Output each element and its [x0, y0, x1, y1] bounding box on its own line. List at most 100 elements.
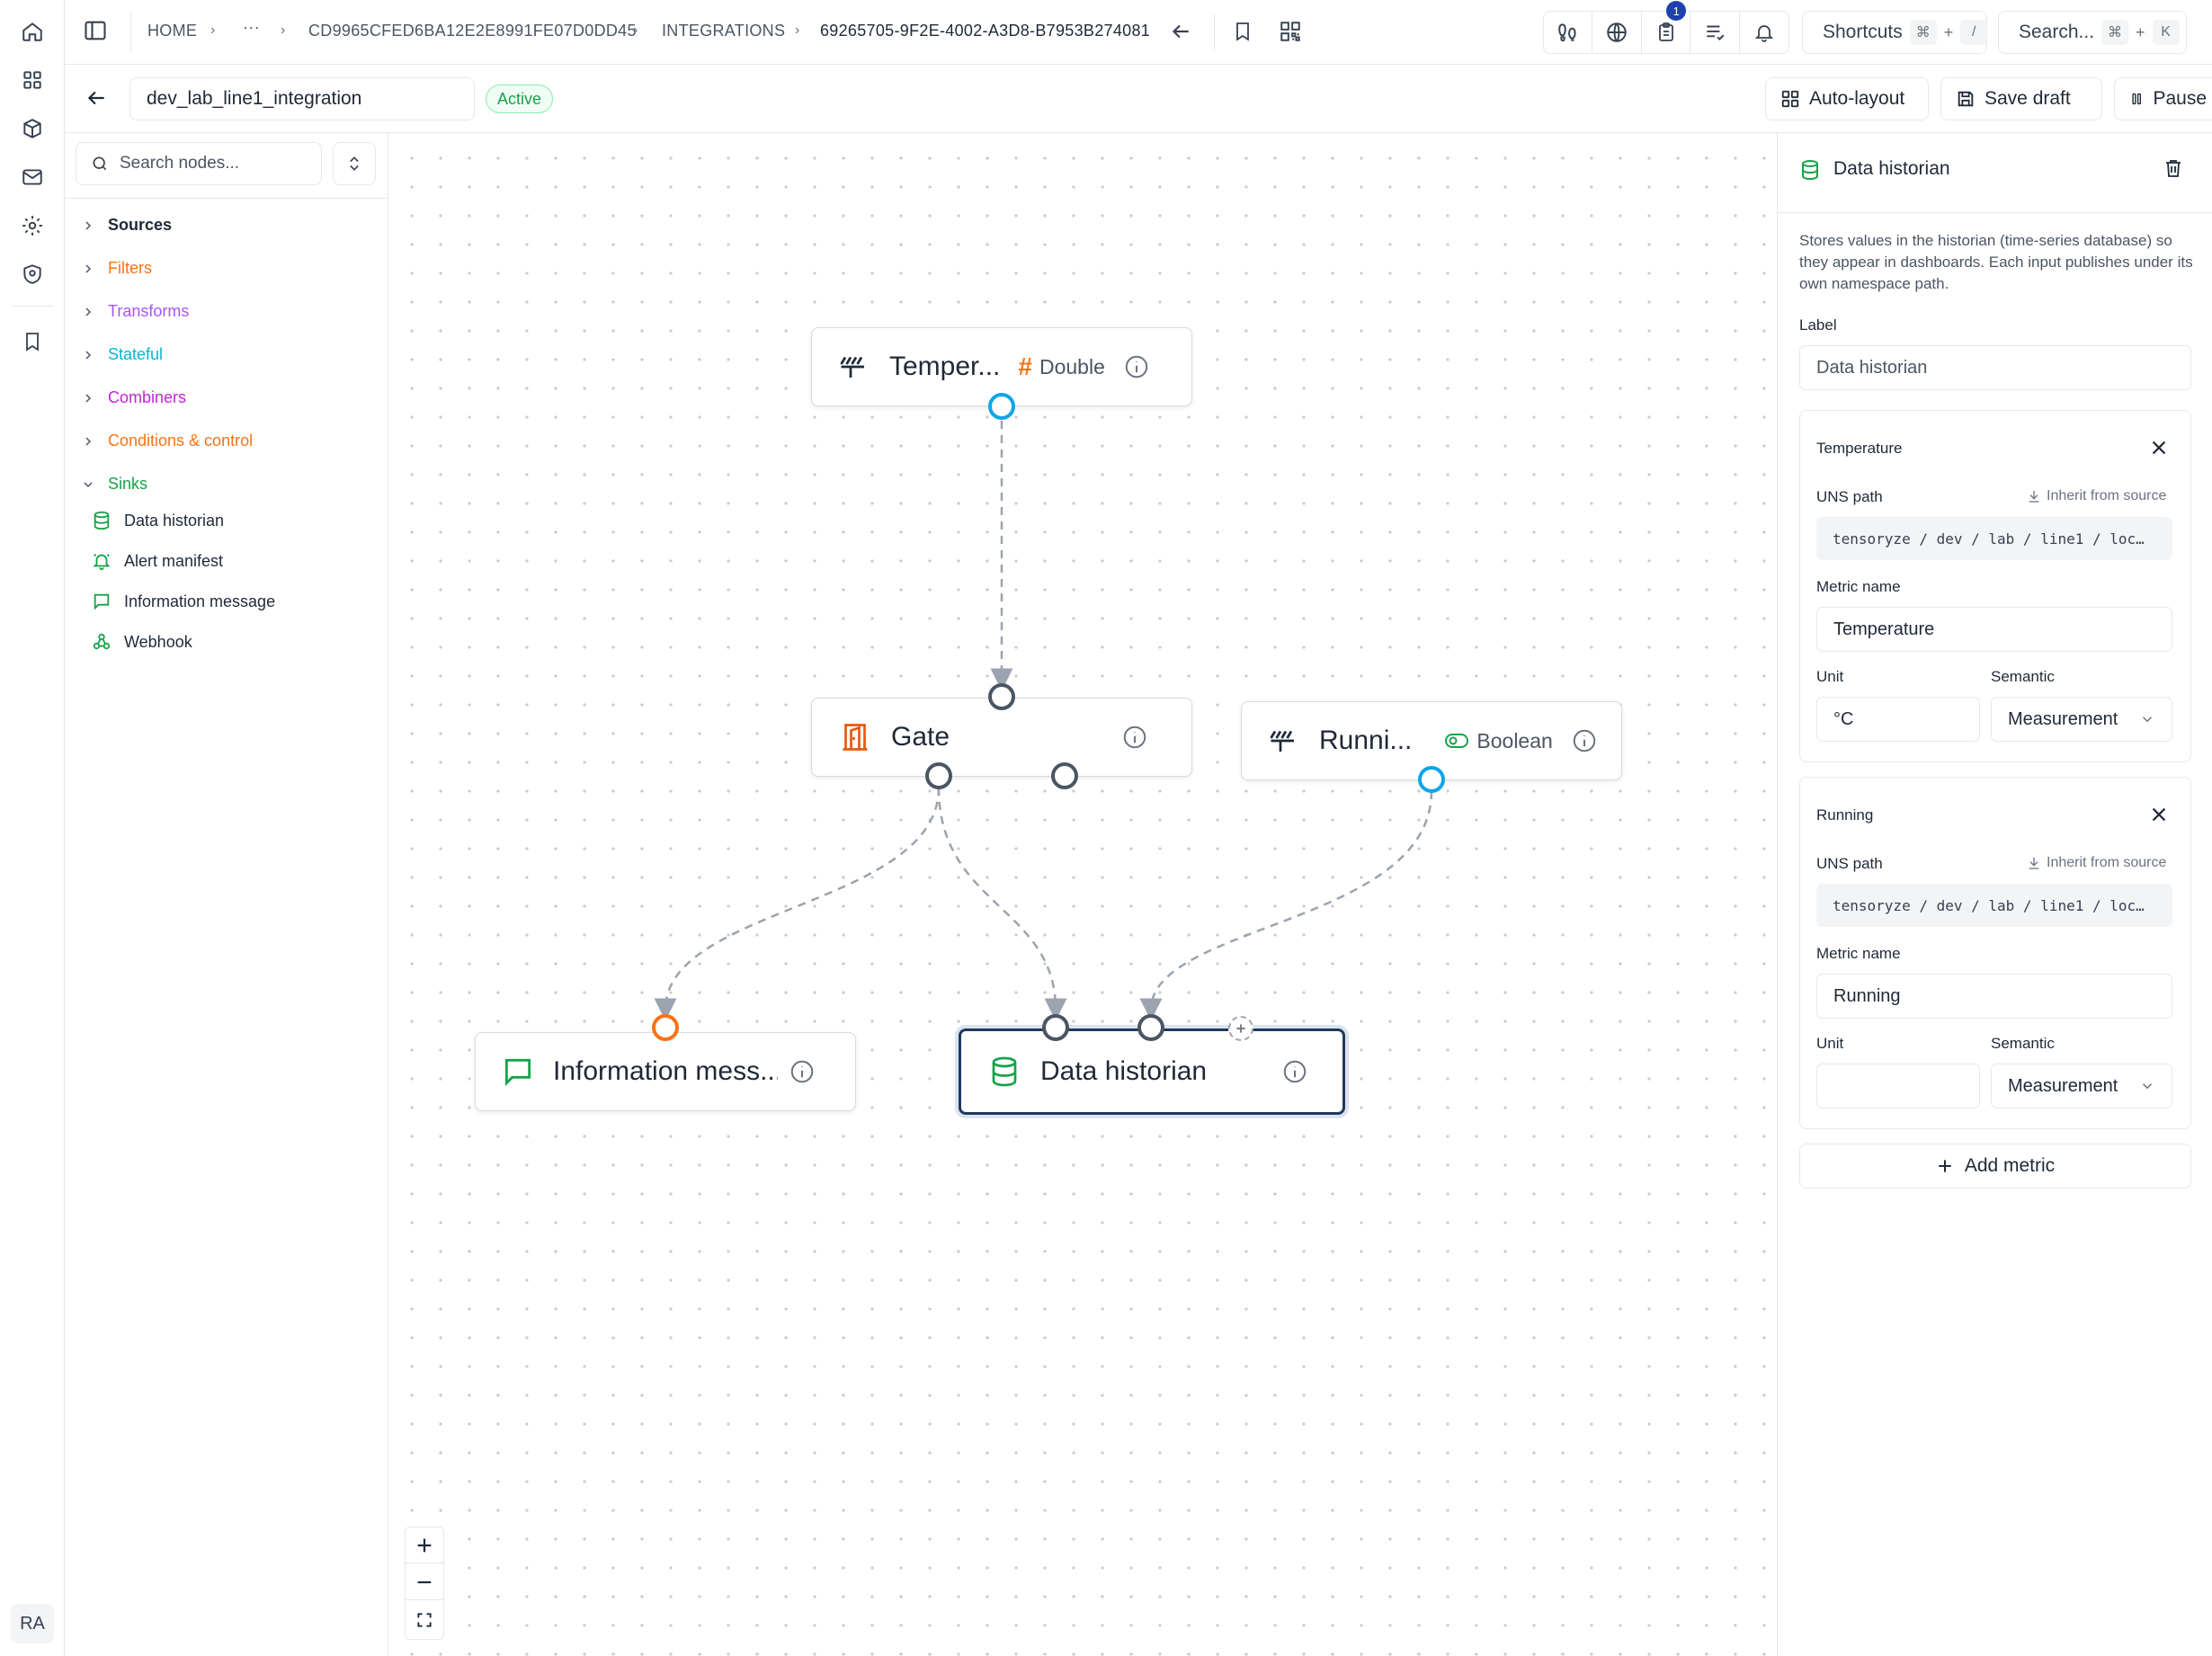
plus-icon: [1939, 1160, 1951, 1172]
node-title: Temper...: [889, 352, 1001, 381]
zoom-out-button[interactable]: [406, 1564, 443, 1600]
category-transforms[interactable]: Transforms: [81, 302, 189, 321]
bookmark-icon[interactable]: [1232, 20, 1253, 43]
integration-name-input[interactable]: dev_lab_line1_integration: [129, 77, 475, 120]
node-information-message[interactable]: Information mess...: [475, 1032, 856, 1111]
sink-item-webhook[interactable]: Webhook: [92, 632, 433, 652]
shortcuts-button[interactable]: Shortcuts ⌘ + /: [1802, 11, 1988, 54]
cube-icon[interactable]: [14, 111, 50, 147]
semantic-select[interactable]: Measurement: [1991, 1064, 2172, 1108]
search-icon: [93, 156, 107, 171]
chevron-down-icon: [2142, 717, 2153, 723]
info-icon[interactable]: [1571, 727, 1598, 754]
chevron-right-icon: [85, 350, 92, 360]
semantic-select[interactable]: Measurement: [1991, 697, 2172, 742]
info-icon[interactable]: [1123, 353, 1150, 380]
avatar[interactable]: RA: [11, 1604, 54, 1643]
chevron-right-icon: [85, 220, 92, 230]
breadcrumb-home[interactable]: HOME: [147, 22, 197, 40]
label-input[interactable]: Data historian: [1799, 345, 2191, 390]
bookmark-icon[interactable]: [14, 324, 50, 360]
pause-label: Pause: [2153, 88, 2207, 109]
category-conditions-control[interactable]: Conditions & control: [81, 432, 253, 450]
inherit-from-source-button[interactable]: Inherit from source: [2027, 855, 2166, 871]
label-field-label: Label: [1799, 316, 1837, 334]
feet-icon[interactable]: [1544, 12, 1593, 53]
sink-item-information-message[interactable]: Information message: [92, 592, 433, 611]
unit-input[interactable]: [1816, 1064, 1980, 1108]
bell-icon: [93, 554, 111, 571]
input-port-running[interactable]: [1137, 1014, 1164, 1041]
inherit-from-source-button[interactable]: Inherit from source: [2027, 488, 2166, 504]
node-title: Information mess...: [553, 1056, 778, 1086]
breadcrumb-workspace[interactable]: CD9965CFED6BA12E2E8991FE07D0DD45: [308, 22, 637, 40]
node-data-historian[interactable]: Data historian: [959, 1028, 1345, 1115]
globe-icon[interactable]: [1592, 12, 1642, 53]
left-rail: RA: [0, 0, 65, 1656]
sink-label: Alert manifest: [124, 551, 224, 570]
category-sources[interactable]: Sources: [81, 216, 172, 235]
expand-collapse-button[interactable]: [333, 142, 376, 185]
unit-input[interactable]: °C: [1816, 697, 1980, 742]
category-combiners[interactable]: Combiners: [81, 388, 186, 407]
close-icon[interactable]: [2149, 438, 2169, 458]
sink-item-alert-manifest[interactable]: Alert manifest: [92, 551, 433, 571]
gate-icon: [843, 724, 868, 751]
plus-text: +: [1943, 22, 1954, 41]
shield-icon[interactable]: [14, 256, 50, 292]
breadcrumb-ellipsis[interactable]: ···: [243, 18, 260, 37]
sensor-icon: [840, 356, 864, 378]
output-port-true[interactable]: [925, 762, 952, 789]
clipboard-icon[interactable]: 1: [1642, 1, 1691, 53]
uns-path-input[interactable]: tensoryze / dev / lab / line1 / loc…: [1816, 884, 2172, 927]
trash-icon[interactable]: [2163, 156, 2184, 180]
output-port[interactable]: [988, 393, 1015, 420]
back-arrow-icon[interactable]: [85, 86, 108, 110]
metric-name-input[interactable]: Running: [1816, 974, 2172, 1019]
breadcrumb-integrations[interactable]: INTEGRATIONS: [662, 22, 785, 40]
output-port[interactable]: [1418, 766, 1445, 793]
info-icon[interactable]: [1281, 1058, 1308, 1085]
category-filters[interactable]: Filters: [81, 259, 152, 278]
node-title: Data historian: [1040, 1056, 1208, 1086]
info-icon[interactable]: [1121, 724, 1148, 751]
list-check-icon[interactable]: [1690, 12, 1740, 53]
metric-name-label: Metric name: [1816, 945, 1901, 962]
edge-gate-info: [654, 787, 941, 1021]
pause-button[interactable]: Pause: [2114, 77, 2212, 120]
save-draft-button[interactable]: Save draft: [1940, 77, 2102, 120]
input-port[interactable]: [988, 683, 1015, 710]
auto-layout-button[interactable]: Auto-layout: [1765, 77, 1929, 120]
add-input-port-button[interactable]: [1228, 1016, 1253, 1041]
zoom-in-button[interactable]: [406, 1527, 443, 1563]
fit-view-button[interactable]: [406, 1601, 443, 1639]
input-port-temperature[interactable]: [1042, 1014, 1069, 1041]
add-metric-button[interactable]: Add metric: [1799, 1144, 2191, 1189]
qr-code-icon[interactable]: [1279, 20, 1302, 43]
output-port-false[interactable]: [1051, 762, 1078, 789]
home-icon[interactable]: [14, 13, 50, 49]
sink-item-data-historian[interactable]: Data historian: [92, 511, 433, 530]
settings-icon[interactable]: [14, 208, 50, 244]
category-stateful[interactable]: Stateful: [81, 345, 163, 364]
search-label: Search...: [2019, 22, 2095, 42]
uns-path-input[interactable]: tensoryze / dev / lab / line1 / loc…: [1816, 517, 2172, 560]
mail-icon[interactable]: [14, 159, 50, 195]
chevron-right-icon: [85, 307, 92, 316]
sidebar-toggle-icon[interactable]: [83, 18, 108, 43]
info-icon[interactable]: [789, 1058, 816, 1085]
close-icon[interactable]: [2149, 805, 2169, 824]
search-button[interactable]: Search... ⌘ + K: [1998, 11, 2187, 54]
flow-canvas[interactable]: Temper... # Double Gate Runni... Boolean …: [388, 133, 1777, 1656]
database-icon: [1799, 158, 1821, 182]
search-nodes-field[interactable]: Search nodes...: [76, 142, 322, 185]
back-arrow-icon[interactable]: [1169, 20, 1192, 43]
category-label: Combiners: [108, 388, 187, 406]
uns-path-label: UNS path: [1816, 488, 1883, 505]
input-port[interactable]: [652, 1014, 679, 1041]
bell-icon[interactable]: [1740, 12, 1788, 53]
metric-name-input[interactable]: Temperature: [1816, 607, 2172, 652]
search-nodes-input[interactable]: Search nodes...: [120, 154, 239, 174]
grid-icon[interactable]: [14, 62, 50, 98]
category-sinks[interactable]: Sinks: [81, 475, 147, 494]
